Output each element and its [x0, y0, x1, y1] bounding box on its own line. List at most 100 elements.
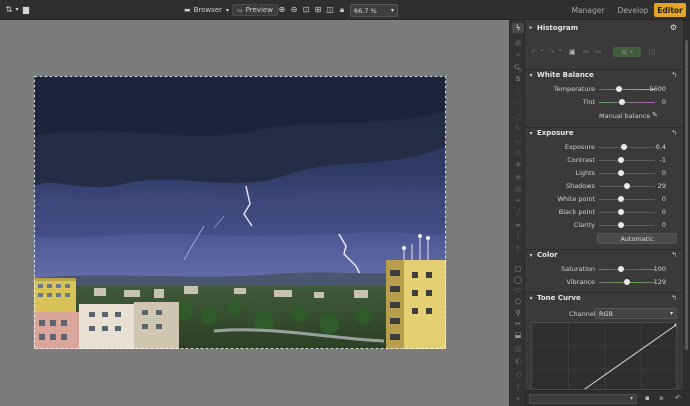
- tint-knob[interactable]: [619, 99, 625, 105]
- straighten-icon[interactable]: ⟋: [512, 88, 524, 98]
- fill-icon[interactable]: ▰: [512, 220, 524, 230]
- contrast-track[interactable]: [599, 160, 655, 161]
- copy-settings-icon[interactable]: ⚯: [595, 48, 601, 56]
- chevron-down-icon[interactable]: ▾: [559, 48, 562, 54]
- black-point-slider[interactable]: Black point 0: [525, 207, 683, 217]
- apply-button[interactable]: ▣ ▾: [613, 47, 641, 57]
- temperature-value[interactable]: 5600: [649, 85, 666, 93]
- selection-brush-icon[interactable]: ✂: [512, 319, 524, 329]
- tint-slider[interactable]: Tint 0: [525, 97, 683, 107]
- undo-icon[interactable]: ↶: [531, 48, 537, 56]
- contrast-value[interactable]: -1: [660, 156, 666, 164]
- save-icon[interactable]: ▪: [645, 394, 650, 402]
- saturation-slider[interactable]: Saturation 100: [525, 264, 683, 274]
- temperature-slider[interactable]: Temperature 5600: [525, 84, 683, 94]
- temperature-knob[interactable]: [616, 86, 622, 92]
- red-eye-icon[interactable]: ◉: [512, 172, 524, 182]
- exposure-slider[interactable]: Exposure 0.4: [525, 142, 683, 152]
- magic-wand-icon[interactable]: ⚲: [512, 308, 524, 318]
- zoom-level-select[interactable]: 66.7 % ▾: [350, 4, 398, 17]
- white-point-value[interactable]: 0: [662, 195, 666, 203]
- tone-curve-graph[interactable]: [531, 322, 677, 390]
- black-point-track[interactable]: [599, 212, 655, 213]
- lights-slider[interactable]: Lights 0: [525, 168, 683, 178]
- delete-icon[interactable]: ▪: [659, 394, 664, 402]
- tab-editor[interactable]: Editor: [654, 3, 686, 17]
- tone-curve-header[interactable]: ▾ Tone Curve ↰: [525, 292, 683, 303]
- preview-button[interactable]: ▭ Preview: [232, 4, 278, 16]
- picker-icon[interactable]: ⟟: [512, 232, 524, 242]
- invert-selection-icon[interactable]: ⬓: [512, 330, 524, 340]
- preset-select[interactable]: ▾: [529, 394, 637, 404]
- tab-develop[interactable]: Develop: [615, 3, 651, 17]
- polygon-shape-icon[interactable]: ⬠: [512, 297, 524, 307]
- histogram-toggle-icon[interactable]: ▦: [512, 38, 524, 48]
- saturation-knob[interactable]: [618, 266, 624, 272]
- compare-icon[interactable]: ◫: [325, 5, 335, 15]
- browser-button[interactable]: ▬ Browser ▾: [184, 4, 229, 16]
- zoom-fit-icon[interactable]: ⊡: [301, 5, 311, 15]
- vibrance-value[interactable]: 129: [654, 278, 666, 286]
- link-icon[interactable]: ⚯: [583, 48, 589, 56]
- collapse-icon[interactable]: ▾: [512, 394, 524, 404]
- lights-knob[interactable]: [618, 170, 624, 176]
- saturation-value[interactable]: 100: [654, 265, 666, 273]
- tint-value[interactable]: 0: [662, 98, 666, 106]
- heal-icon[interactable]: ✚: [512, 160, 524, 170]
- pen-icon[interactable]: ✒: [512, 196, 524, 206]
- lock-icon[interactable]: 🔒︎: [337, 5, 347, 15]
- image-icon[interactable]: ▣: [569, 48, 576, 56]
- tint-track[interactable]: [599, 102, 655, 103]
- clarity-knob[interactable]: [618, 222, 624, 228]
- gear-icon[interactable]: ⚙︎: [670, 23, 677, 32]
- compare-icon[interactable]: ◫: [649, 48, 656, 56]
- chevron-down-icon[interactable]: ▾: [541, 48, 544, 54]
- white-balance-header[interactable]: ▾ White Balance ↰: [525, 69, 683, 80]
- hand-icon[interactable]: ✋︎: [512, 74, 524, 84]
- exposure-track[interactable]: [599, 147, 655, 148]
- exposure-knob[interactable]: [621, 144, 627, 150]
- text-tool-icon[interactable]: T: [512, 244, 524, 254]
- clarity-track[interactable]: [599, 225, 655, 226]
- histogram-header[interactable]: ▸ Histogram ⚙︎: [525, 22, 683, 33]
- clarity-value[interactable]: 0: [662, 221, 666, 229]
- zoom-icon[interactable]: 🔍︎: [512, 63, 524, 73]
- vibrance-slider[interactable]: Vibrance 129: [525, 277, 683, 287]
- tab-manager[interactable]: Manager: [570, 3, 606, 17]
- color-header[interactable]: ▾ Color ↰: [525, 249, 683, 260]
- zoom-in-icon[interactable]: ⊕: [277, 5, 287, 15]
- exposure-value[interactable]: 0.4: [656, 143, 666, 151]
- lights-value[interactable]: 0: [662, 169, 666, 177]
- lightning-icon[interactable]: ϟ: [512, 23, 524, 33]
- white-point-knob[interactable]: [618, 196, 624, 202]
- eraser-icon[interactable]: ▭: [512, 136, 524, 146]
- lights-track[interactable]: [599, 173, 655, 174]
- zoom-fill-icon[interactable]: ⊞: [313, 5, 323, 15]
- export-icon[interactable]: ⇪: [512, 382, 524, 392]
- white-point-slider[interactable]: White point 0: [525, 194, 683, 204]
- layer-icon[interactable]: ▥: [512, 344, 524, 354]
- redo-icon[interactable]: ↷: [549, 48, 555, 56]
- mask-icon[interactable]: ◐: [512, 356, 524, 366]
- vibrance-knob[interactable]: [624, 279, 630, 285]
- contrast-slider[interactable]: Contrast -1: [525, 155, 683, 165]
- rect-select-icon[interactable]: ⬚: [512, 100, 524, 110]
- exposure-header[interactable]: ▾ Exposure ↰: [525, 127, 683, 138]
- temperature-track[interactable]: [599, 89, 655, 90]
- shadows-value[interactable]: 29: [658, 182, 666, 190]
- gradient-icon[interactable]: ▤: [512, 184, 524, 194]
- saturation-track[interactable]: [599, 269, 655, 270]
- eyedropper-icon[interactable]: ✎: [652, 111, 658, 119]
- image-canvas[interactable]: [0, 20, 509, 406]
- ellipse-shape-icon[interactable]: ◯: [512, 275, 524, 285]
- reset-icon[interactable]: ↰: [671, 251, 677, 259]
- shadows-knob[interactable]: [624, 183, 630, 189]
- panel-scroll-thumb[interactable]: [685, 40, 688, 350]
- history-icon[interactable]: ⟲: [512, 370, 524, 380]
- lasso-icon[interactable]: ◌: [512, 112, 524, 122]
- zoom-out-icon[interactable]: ⊖: [289, 5, 299, 15]
- clarity-slider[interactable]: Clarity 0: [525, 220, 683, 230]
- black-point-value[interactable]: 0: [662, 208, 666, 216]
- rectangle-shape-icon[interactable]: ▢: [512, 264, 524, 274]
- line-icon[interactable]: ╱: [512, 208, 524, 218]
